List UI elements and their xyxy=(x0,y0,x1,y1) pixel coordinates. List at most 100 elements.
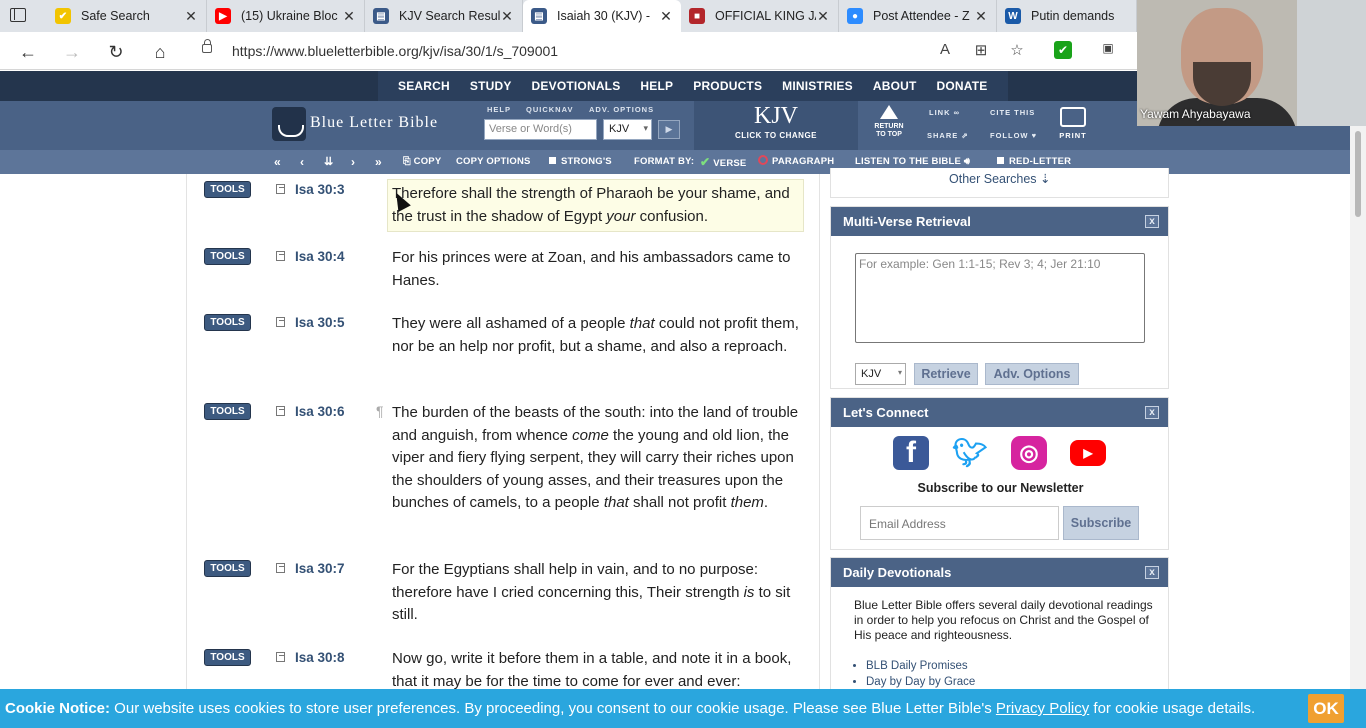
verse-reference[interactable]: Isa 30:5 xyxy=(295,315,345,330)
instagram-icon[interactable]: ◎ xyxy=(1011,436,1047,470)
back-icon[interactable]: ← xyxy=(17,41,39,63)
up-arrow-icon xyxy=(880,105,898,119)
tab-close-icon[interactable]: ✕ xyxy=(974,8,988,25)
copy-verse-icon[interactable] xyxy=(276,652,285,662)
browser-tab[interactable]: ✔ Safe Search ✕ xyxy=(47,0,207,32)
app-available-icon[interactable]: ⊞ xyxy=(971,41,991,59)
adv-options-button[interactable]: Adv. Options xyxy=(985,363,1079,385)
other-searches-box: Other Searches ⇣ xyxy=(830,168,1169,198)
tools-button[interactable]: TOOLS xyxy=(204,248,251,265)
extension-check-icon[interactable]: ✔ xyxy=(1054,41,1072,59)
last-chapter-icon[interactable]: » xyxy=(375,150,382,174)
link-button[interactable]: LINK ∞ xyxy=(929,108,960,117)
facebook-icon[interactable]: f xyxy=(893,436,929,470)
extension-icon[interactable]: ▣ xyxy=(1098,41,1118,55)
menu-item-products[interactable]: PRODUCTS xyxy=(683,71,772,101)
browser-tab[interactable]: W Putin demands xyxy=(997,0,1137,32)
close-icon[interactable]: x xyxy=(1145,406,1159,419)
menu-item-ministries[interactable]: MINISTRIES xyxy=(772,71,863,101)
tools-button[interactable]: TOOLS xyxy=(204,181,251,198)
tab-close-icon[interactable]: ✕ xyxy=(500,8,514,25)
follow-button[interactable]: FOLLOW ♥ xyxy=(990,131,1037,140)
print-button[interactable]: PRINT xyxy=(1048,105,1098,140)
browser-tab[interactable]: ● Post Attendee - Z ✕ xyxy=(839,0,997,32)
tools-button[interactable]: TOOLS xyxy=(204,560,251,577)
site-logo-text[interactable]: Blue Letter Bible xyxy=(310,114,438,132)
home-icon[interactable]: ⌂ xyxy=(149,41,171,63)
refresh-icon[interactable]: ↻ xyxy=(105,41,127,63)
tools-button[interactable]: TOOLS xyxy=(204,314,251,331)
tools-button[interactable]: TOOLS xyxy=(204,403,251,420)
copy-verse-icon[interactable] xyxy=(276,317,285,327)
copy-verse-icon[interactable] xyxy=(276,251,285,261)
menu-item-devotionals[interactable]: DEVOTIONALS xyxy=(522,71,631,101)
twitter-icon[interactable]: 🐦︎ xyxy=(952,436,988,470)
subscribe-button[interactable]: Subscribe xyxy=(1063,506,1139,540)
tab-close-icon[interactable]: ✕ xyxy=(184,8,198,25)
tab-close-icon[interactable]: ✕ xyxy=(816,8,830,25)
forward-icon[interactable]: → xyxy=(61,41,83,63)
help-caption[interactable]: HELP xyxy=(487,105,511,114)
browser-tab[interactable]: ▤ Isaiah 30 (KJV) - ✕ xyxy=(523,0,681,32)
favorites-icon[interactable]: ☆ xyxy=(1007,41,1027,59)
previous-chapter-icon[interactable]: ‹ xyxy=(300,150,304,174)
verse-reference[interactable]: Isa 30:7 xyxy=(295,561,345,576)
read-aloud-icon[interactable]: A xyxy=(935,41,955,58)
return-to-top-button[interactable]: RETURN TO TOP xyxy=(866,105,912,139)
url-text[interactable]: https://www.blueletterbible.org/kjv/isa/… xyxy=(232,43,558,59)
copy-verse-icon[interactable] xyxy=(276,563,285,573)
copy-button[interactable]: ⎘ COPY xyxy=(403,150,441,174)
first-chapter-icon[interactable]: « xyxy=(274,150,281,174)
privacy-policy-link[interactable]: Privacy Policy xyxy=(996,700,1089,717)
blb-logo-icon[interactable] xyxy=(272,107,306,141)
quick-search-input[interactable]: Verse or Word(s) xyxy=(484,119,597,140)
mvr-version-select[interactable]: KJV xyxy=(855,363,906,385)
printer-icon xyxy=(1060,107,1086,127)
dd-item[interactable]: Day by Day by Grace xyxy=(866,674,975,690)
browser-tab[interactable]: ▤ KJV Search Resul ✕ xyxy=(365,0,523,32)
url-field[interactable]: https://www.blueletterbible.org/kjv/isa/… xyxy=(190,37,1090,65)
menu-item-donate[interactable]: DONATE xyxy=(927,71,998,101)
verse-reference[interactable]: Isa 30:6 xyxy=(295,404,345,419)
copy-verse-icon[interactable] xyxy=(276,184,285,194)
dd-item[interactable]: BLB Daily Promises xyxy=(866,658,975,674)
chapter-dropdown-icon[interactable]: ⇊ xyxy=(324,150,333,174)
version-select[interactable]: KJV xyxy=(603,119,652,140)
retrieve-button[interactable]: Retrieve xyxy=(914,363,978,385)
workspaces-icon[interactable] xyxy=(10,8,26,22)
scrollbar-thumb[interactable] xyxy=(1355,131,1361,217)
tab-close-icon[interactable]: ✕ xyxy=(659,8,673,25)
next-chapter-icon[interactable]: › xyxy=(351,150,355,174)
cookie-ok-button[interactable]: OK xyxy=(1308,694,1344,723)
page-scrollbar[interactable] xyxy=(1350,126,1366,690)
menu-item-study[interactable]: STUDY xyxy=(460,71,522,101)
quicknav-caption[interactable]: QUICKNAV xyxy=(526,105,573,114)
menu-item-search[interactable]: SEARCH xyxy=(388,71,460,101)
search-go-button[interactable]: ▶ xyxy=(658,120,680,139)
kjv-version-button[interactable]: KJV CLICK TO CHANGE xyxy=(694,101,858,150)
copy-options-button[interactable]: COPY OPTIONS xyxy=(456,150,531,174)
menu-item-help[interactable]: HELP xyxy=(630,71,683,101)
verse-reference[interactable]: Isa 30:3 xyxy=(295,182,345,197)
share-button[interactable]: SHARE ⇗ xyxy=(927,131,969,140)
tab-close-icon[interactable]: ✕ xyxy=(342,8,356,25)
multi-verse-textarea[interactable]: For example: Gen 1:1-15; Rev 3; 4; Jer 2… xyxy=(855,253,1145,343)
copy-verse-icon[interactable] xyxy=(276,406,285,416)
email-input[interactable]: Email Address xyxy=(860,506,1059,540)
paragraph-format-button[interactable]: PARAGRAPH xyxy=(758,150,834,174)
other-searches-link[interactable]: Other Searches ⇣ xyxy=(949,171,1051,186)
menu-item-about[interactable]: ABOUT xyxy=(863,71,927,101)
strongs-toggle[interactable]: STRONG'S xyxy=(549,150,612,174)
tools-button[interactable]: TOOLS xyxy=(204,649,251,666)
tab-title: KJV Search Resul xyxy=(399,9,500,23)
browser-tab[interactable]: ▶ (15) Ukraine Bloc ✕ xyxy=(207,0,365,32)
youtube-icon[interactable]: ▶ xyxy=(1070,440,1106,466)
cite-this-button[interactable]: CITE THIS xyxy=(990,108,1035,117)
verse-reference[interactable]: Isa 30:4 xyxy=(295,249,345,264)
verse-reference[interactable]: Isa 30:8 xyxy=(295,650,345,665)
close-icon[interactable]: x xyxy=(1145,566,1159,579)
adv-options-caption[interactable]: ADV. OPTIONS xyxy=(589,105,654,114)
close-icon[interactable]: x xyxy=(1145,215,1159,228)
verse-format-button[interactable]: ✔ VERSE xyxy=(700,150,746,174)
browser-tab[interactable]: ■ OFFICIAL KING JA ✕ xyxy=(681,0,839,32)
